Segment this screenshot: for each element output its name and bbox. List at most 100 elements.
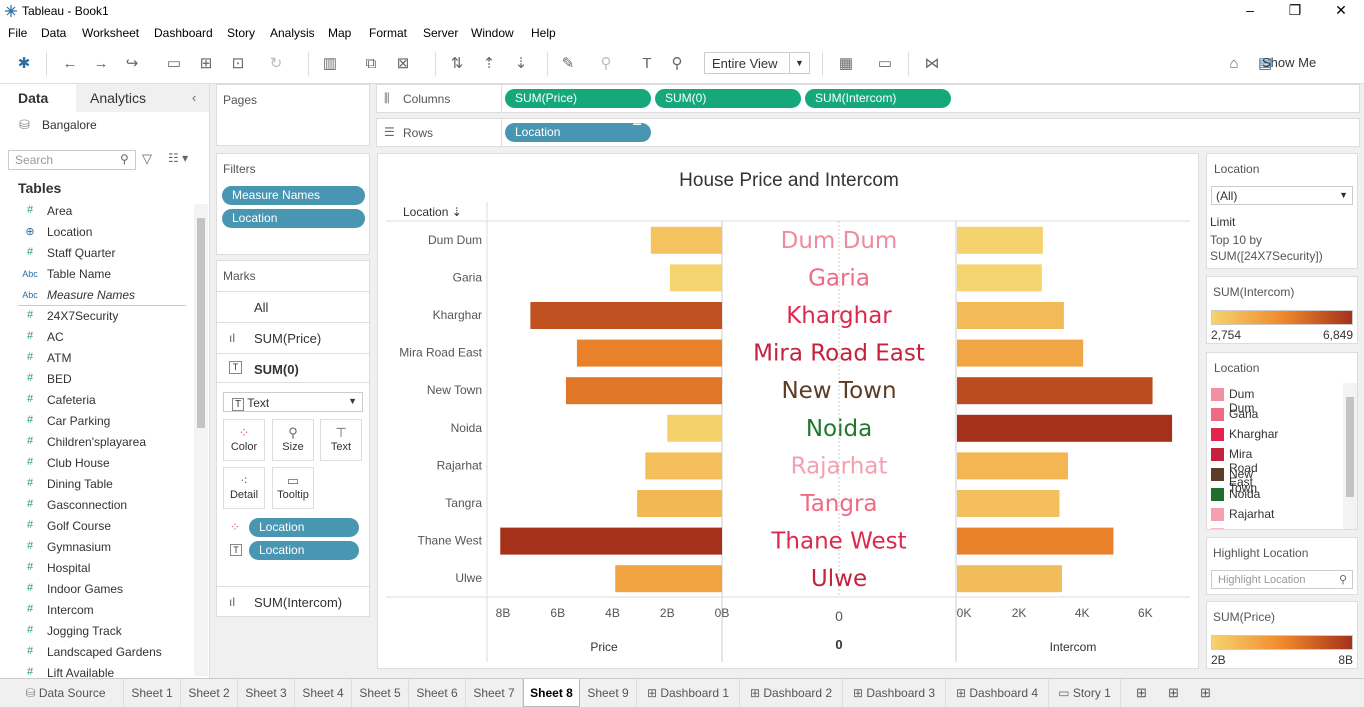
group-icon[interactable]: ⚲ — [596, 54, 616, 74]
sheet-tab[interactable]: Sheet 7 — [466, 679, 523, 707]
size-button[interactable]: ⚲ Size — [272, 419, 314, 461]
field-item[interactable]: # Golf Course — [0, 516, 190, 537]
color-button[interactable]: ⁘ Color — [223, 419, 265, 461]
price-bar[interactable] — [615, 565, 722, 593]
refresh-icon[interactable]: ↻ — [266, 54, 286, 74]
sheet-tab[interactable]: Sheet 5 — [352, 679, 409, 707]
field-item[interactable]: # Cafeteria — [0, 390, 190, 411]
rows-pill-location[interactable]: Location ▔ — [505, 123, 651, 142]
menu-window[interactable]: Window — [471, 26, 514, 40]
swap-icon[interactable]: ⇅ — [447, 54, 467, 74]
minimize-icon[interactable]: – — [1240, 2, 1260, 20]
tab-data[interactable]: Data — [0, 84, 76, 112]
field-item[interactable]: # Landscaped Gardens — [0, 642, 190, 663]
field-item[interactable]: # Lift Available — [0, 663, 190, 678]
replay-icon[interactable]: ↪ — [122, 54, 142, 74]
sheet-tab[interactable]: Sheet 1 — [124, 679, 181, 707]
field-item[interactable]: # Area — [0, 201, 190, 222]
field-item[interactable]: # Jogging Track — [0, 621, 190, 642]
sheet-tab[interactable]: ⊞ Dashboard 2 — [740, 679, 843, 707]
field-item[interactable]: # Staff Quarter — [0, 243, 190, 264]
sheet-tab[interactable]: Sheet 3 — [238, 679, 295, 707]
sheet-tab[interactable]: ▭ Story 1 — [1049, 679, 1121, 707]
field-item[interactable]: ⊕ Location — [0, 222, 190, 243]
duplicate-sheet-icon[interactable]: ⧉ — [361, 54, 381, 74]
location-text-mark[interactable]: Noida — [806, 416, 872, 442]
tab-analytics[interactable]: Analytics — [76, 84, 209, 112]
price-bar[interactable] — [667, 414, 722, 442]
price-bar[interactable] — [565, 377, 722, 405]
save-icon[interactable]: ▭ — [164, 54, 184, 74]
sheet-tab[interactable]: ⛁ Data Source — [8, 679, 124, 707]
sheet-tab[interactable]: Sheet 8 — [523, 679, 580, 707]
filters-card[interactable]: Filters Measure Names Location — [216, 153, 370, 255]
location-text-mark[interactable]: Mira Road East — [753, 341, 925, 367]
filter-icon[interactable]: ▽ — [142, 151, 152, 167]
field-item[interactable]: # Gasconnection — [0, 495, 190, 516]
fit-dropdown[interactable]: Entire View ▼ — [704, 52, 810, 74]
menu-dashboard[interactable]: Dashboard — [154, 26, 213, 40]
undo-icon[interactable]: ← — [60, 54, 80, 74]
sheet-tab[interactable]: Sheet 9 — [580, 679, 637, 707]
price-bar[interactable] — [645, 452, 722, 480]
marks-sum-price-row[interactable]: ıl SUM(Price) — [217, 322, 369, 352]
search-input[interactable]: Search — [8, 150, 136, 170]
new-worksheet-icon[interactable]: ⊞ — [1136, 685, 1147, 701]
menu-story[interactable]: Story — [227, 26, 255, 40]
text-button[interactable]: ⊤ Text — [320, 419, 362, 461]
intercom-bar[interactable] — [957, 226, 1043, 254]
redo-icon[interactable]: → — [91, 54, 111, 74]
intercom-bar[interactable] — [957, 414, 1173, 442]
show-me-button[interactable]: Show Me — [1262, 55, 1316, 70]
intercom-bar[interactable] — [957, 565, 1063, 593]
sheet-tab[interactable]: ⊞ Dashboard 4 — [946, 679, 1049, 707]
columns-pill-sum-intercom[interactable]: SUM(Intercom) — [805, 89, 951, 108]
close-icon[interactable]: ✕ — [1331, 2, 1351, 20]
marks-pill-location-color[interactable]: Location — [249, 518, 359, 537]
pages-card[interactable]: Pages — [216, 84, 370, 146]
collapse-icon[interactable]: ‹ — [192, 90, 196, 105]
detail-button[interactable]: ⁖ Detail — [223, 467, 265, 509]
sheet-tab[interactable]: ⊞ Dashboard 1 — [637, 679, 740, 707]
price-bar[interactable] — [576, 339, 722, 367]
menu-data[interactable]: Data — [41, 26, 66, 40]
location-text-mark[interactable]: Thane West — [770, 529, 906, 555]
sort-descending-icon[interactable]: ⇣ — [511, 54, 531, 74]
marks-sum-0-row[interactable]: T SUM(0) — [217, 353, 369, 383]
data-pane-scrollbar[interactable] — [194, 204, 208, 676]
field-item[interactable]: # AC — [0, 327, 190, 348]
field-item[interactable]: # ATM — [0, 348, 190, 369]
sheet-tab[interactable]: Sheet 2 — [181, 679, 238, 707]
restore-icon[interactable]: ❐ — [1285, 2, 1305, 20]
price-bar[interactable] — [530, 302, 722, 329]
pin-icon[interactable]: ⚲ — [667, 54, 687, 74]
mark-type-dropdown[interactable]: T Text ▼ — [223, 392, 363, 412]
location-text-mark[interactable]: New Town — [781, 378, 896, 404]
location-text-mark[interactable]: Garia — [808, 265, 870, 291]
menu-help[interactable]: Help — [531, 26, 556, 40]
tooltip-button[interactable]: ▭ Tooltip — [272, 467, 314, 509]
field-item[interactable]: # Intercom — [0, 600, 190, 621]
intercom-bar[interactable] — [957, 339, 1084, 367]
price-bar[interactable] — [500, 527, 722, 555]
intercom-bar[interactable] — [957, 302, 1064, 329]
filter-pill-location[interactable]: Location — [222, 209, 365, 228]
intercom-bar[interactable] — [957, 527, 1114, 555]
field-item[interactable]: # Club House — [0, 453, 190, 474]
tableau-home-icon[interactable]: ✱ — [14, 54, 34, 74]
field-item[interactable]: # Gymnasium — [0, 537, 190, 558]
pause-updates-icon[interactable]: ⊡ — [228, 54, 248, 74]
field-item[interactable]: # Dining Table — [0, 474, 190, 495]
menu-format[interactable]: Format — [369, 26, 407, 40]
columns-pill-sum-0[interactable]: SUM(0) — [655, 89, 801, 108]
sheet-tab[interactable]: Sheet 4 — [295, 679, 352, 707]
menu-server[interactable]: Server — [423, 26, 458, 40]
field-item[interactable]: # Children'splayarea — [0, 432, 190, 453]
datasource-name[interactable]: Bangalore — [42, 118, 97, 132]
share-icon[interactable]: ⋈ — [922, 54, 942, 74]
menu-worksheet[interactable]: Worksheet — [82, 26, 139, 40]
columns-pill-sum-price[interactable]: SUM(Price) — [505, 89, 651, 108]
legend-scrollbar[interactable] — [1343, 383, 1357, 529]
field-item[interactable]: # BED — [0, 369, 190, 390]
filter-pill-measure-names[interactable]: Measure Names — [222, 186, 365, 205]
